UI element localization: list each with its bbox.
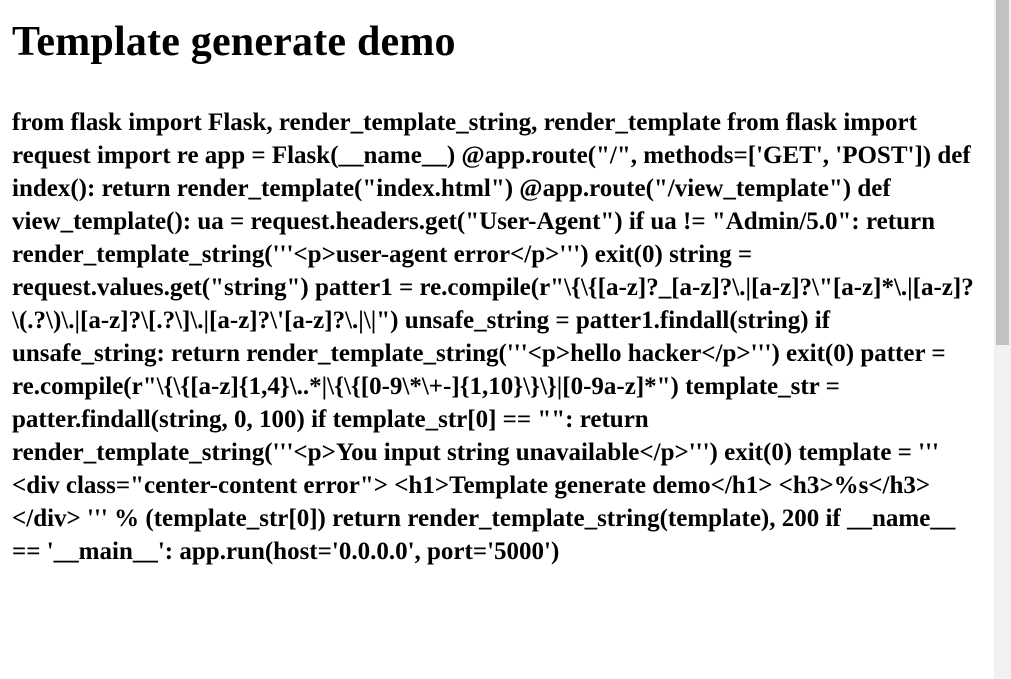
page-title: Template generate demo (12, 19, 456, 65)
scrollbar-thumb[interactable] (996, 0, 1009, 345)
vertical-scrollbar[interactable] (994, 0, 1011, 679)
source-code-text: from flask import Flask, render_template… (12, 109, 974, 565)
browser-page: Template generate demo from flask import… (0, 0, 1011, 679)
page-content: Template generate demo from flask import… (12, 0, 982, 568)
